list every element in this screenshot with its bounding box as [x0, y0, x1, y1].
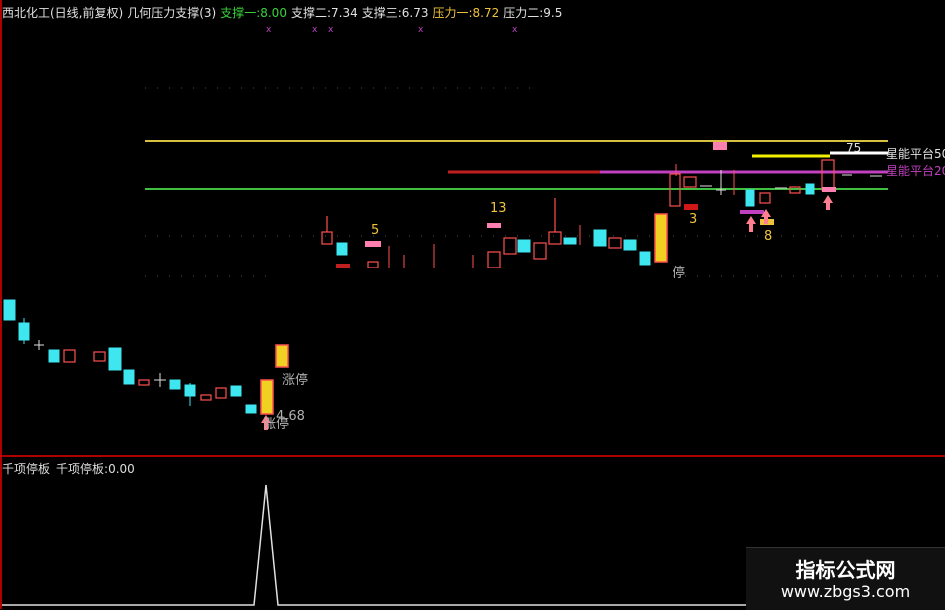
svg-text:x: x — [328, 25, 334, 35]
watermark-title: 指标公式网 — [795, 558, 896, 582]
low-price-label: 4.68 — [276, 409, 305, 424]
count-label-75: 75 — [846, 141, 861, 155]
signal-bars — [336, 142, 836, 269]
redaction-box-top — [534, 22, 945, 138]
svg-text:x: x — [312, 25, 318, 35]
sub-indicator-line — [2, 484, 750, 606]
count-label-3: 3 — [689, 212, 697, 227]
redaction-box-middle — [273, 268, 673, 340]
limit-up-label-1: 涨停 — [282, 372, 308, 388]
count-label-13: 13 — [490, 201, 507, 216]
top-markers: xxx xx — [266, 25, 518, 35]
svg-text:x: x — [512, 25, 518, 35]
limit-up-label-3: 停 — [672, 265, 685, 281]
mid-ticks — [388, 164, 735, 268]
count-label-5: 5 — [371, 223, 379, 238]
svg-text:x: x — [266, 25, 272, 35]
platform-label-2: 星能平台20 — [886, 163, 945, 178]
svg-text:x: x — [418, 25, 424, 35]
platform-label-1: 星能平台50 — [886, 146, 945, 161]
stock-chart-window: 西北化工(日线,前复权) 几何压力支撑(3) 支撑一:8.00 支撑二:7.34 支撑三… — [0, 0, 945, 610]
watermark-url: www.zbgs3.com — [780, 582, 911, 601]
watermark: 指标公式网 www.zbgs3.com — [746, 547, 945, 610]
count-label-8: 8 — [764, 229, 772, 244]
